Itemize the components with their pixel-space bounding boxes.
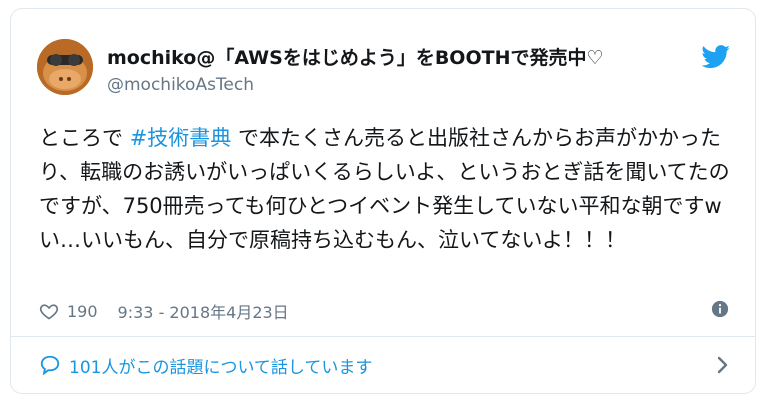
divider: [11, 336, 755, 337]
conversation-link[interactable]: 101人がこの話題について話しています: [39, 349, 729, 381]
author-name[interactable]: mochiko@「AWSをはじめよう」をBOOTHで発売中♡: [107, 43, 604, 70]
tweet-card: mochiko@「AWSをはじめよう」をBOOTHで発売中♡ @mochikoA…: [10, 8, 756, 394]
author-handle[interactable]: @mochikoAsTech: [107, 75, 254, 95]
twitter-bird-icon[interactable]: [701, 45, 731, 69]
avatar-image-icon: [37, 39, 93, 95]
avatar[interactable]: [37, 39, 93, 95]
like-count[interactable]: 190: [67, 302, 98, 321]
hashtag-link[interactable]: #技術書典: [130, 126, 232, 150]
tweet-text-before: ところで: [39, 126, 130, 150]
tweet-text: ところで #技術書典 で本たくさん売ると出版社さんからお声がかかったり、転職のお…: [39, 121, 739, 257]
info-icon[interactable]: [711, 300, 729, 318]
conversation-text: 101人がこの話題について話しています: [69, 357, 373, 378]
speech-bubble-icon: [40, 355, 60, 376]
heart-icon[interactable]: [39, 301, 59, 321]
tweet-meta: 190 9:33 - 2018年4月23日: [39, 298, 289, 324]
timestamp[interactable]: 9:33 - 2018年4月23日: [118, 299, 289, 323]
chevron-right-icon: [717, 356, 728, 374]
tweet-text-line2: い…いいもん、自分で原稿持ち込むもん、泣いてないよ！！！: [39, 228, 626, 252]
